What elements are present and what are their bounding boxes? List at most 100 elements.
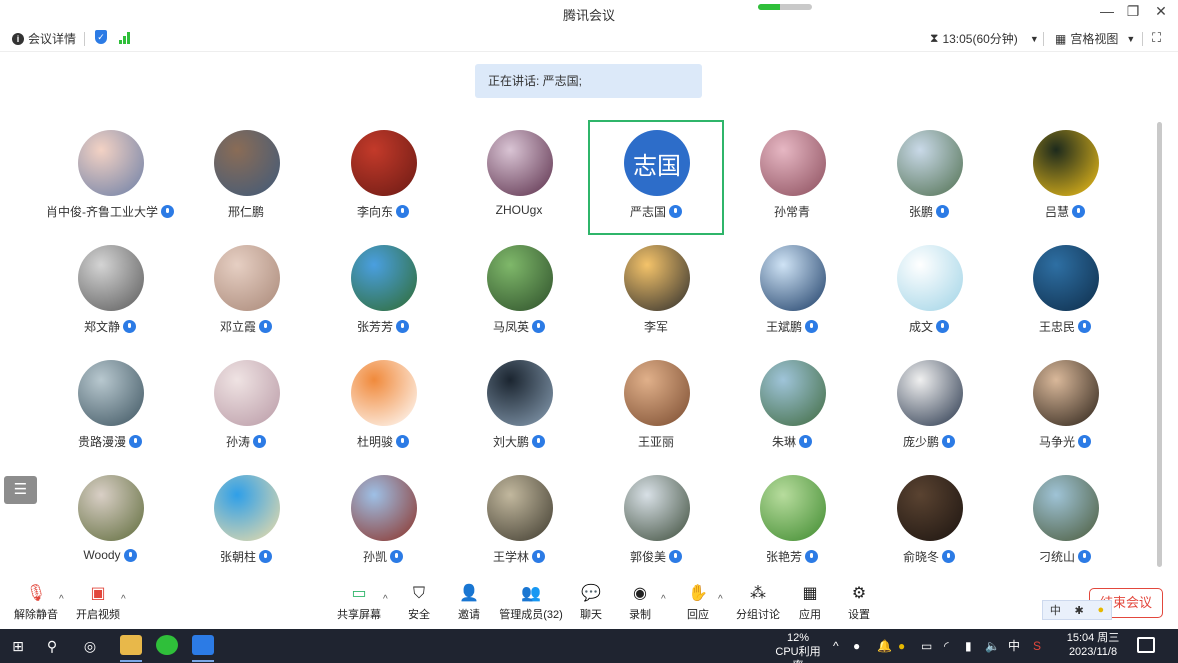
participant-tile[interactable]: 邓立霞 [178, 235, 314, 350]
participant-name-row: Woody [42, 548, 178, 562]
usb-icon[interactable]: ▮ [965, 637, 972, 655]
participant-name: 孙常青 [773, 205, 810, 219]
microphone-icon [942, 435, 955, 448]
participant-name-row: 王亚丽 [588, 433, 724, 450]
avatar [78, 130, 144, 196]
avatar [624, 360, 690, 426]
signal-button[interactable] [119, 32, 130, 44]
participant-tile[interactable]: 郭俊美 [588, 465, 724, 580]
participant-tile[interactable]: Woody [42, 465, 178, 580]
close-button[interactable]: ✕ [1150, 3, 1172, 21]
participant-name: 邓立霞 [219, 320, 256, 334]
wechat-icon[interactable] [156, 635, 178, 655]
clock[interactable]: 15:04 周三 2023/11/8 [1062, 631, 1124, 659]
volume-icon[interactable]: 🔈 [985, 637, 1000, 655]
participant-tile[interactable]: 贵路漫漫 [42, 350, 178, 465]
participant-tile[interactable]: 马凤英 [451, 235, 587, 350]
view-mode-button[interactable]: ▦ 宫格视图 ▼ [1055, 30, 1135, 47]
microphone-icon [942, 550, 955, 563]
invite-button[interactable]: 👤 邀请 [439, 584, 499, 624]
minimize-button[interactable]: — [1096, 3, 1118, 21]
cpu-usage[interactable]: 12% CPU利用率 [770, 631, 826, 663]
sogou-ime-icon[interactable]: S [1033, 637, 1041, 655]
list-icon: ☰ [13, 481, 28, 498]
participant-name: 王学林 [492, 550, 529, 564]
member-list-toggle-button[interactable]: ☰ [4, 476, 37, 504]
participant-tile[interactable]: 庞少鹏 [861, 350, 997, 465]
participant-tile[interactable]: 成文 [861, 235, 997, 350]
participant-tile[interactable]: 俞晓冬 [861, 465, 997, 580]
tray-status-icon[interactable]: ● [898, 637, 905, 655]
avatar [214, 245, 280, 311]
task-view-icon[interactable]: ◎ [80, 636, 100, 656]
participant-tile[interactable]: 张鹏 [861, 120, 997, 235]
clock-time: 15:04 周三 [1066, 632, 1120, 644]
participant-tile[interactable]: 刘大鹏 [451, 350, 587, 465]
participant-tile[interactable]: 王忠民 [997, 235, 1133, 350]
record-options-caret[interactable]: ^ [661, 594, 666, 605]
participant-tile[interactable]: 邢仁鹏 [178, 120, 314, 235]
security-status-button[interactable]: ✓ [95, 30, 107, 44]
manage-members-button[interactable]: 👥 管理成员(32) [496, 584, 566, 624]
ime-floating-bar[interactable]: 中 ✱ ● [1042, 600, 1112, 620]
participant-tile[interactable]: 孙常青 [724, 120, 860, 235]
share-options-caret[interactable]: ^ [383, 594, 388, 605]
ime-language-indicator[interactable]: 中 [1008, 637, 1020, 655]
participant-tile[interactable]: 朱琳 [724, 350, 860, 465]
microphone-icon [396, 320, 409, 333]
participant-tile[interactable]: 杜明骏 [315, 350, 451, 465]
breakout-button[interactable]: ⁂ 分组讨论 [728, 584, 788, 624]
tray-expand-icon[interactable]: ^ [833, 637, 839, 655]
wifi-icon[interactable]: ◜ [944, 637, 949, 655]
bell-icon[interactable]: 🔔 [877, 637, 892, 655]
windows-start-icon[interactable]: ⊞ [8, 636, 28, 656]
fullscreen-button[interactable]: ⛶ [1152, 30, 1161, 46]
participant-name-row: 孙涛 [178, 433, 314, 450]
cpu-label: CPU利用率 [775, 646, 821, 663]
microphone-icon [1078, 435, 1091, 448]
battery-icon[interactable]: ▭ [921, 637, 932, 655]
avatar [214, 475, 280, 541]
participant-tile[interactable]: 王学林 [451, 465, 587, 580]
participant-tile[interactable]: 志国 严志国 [588, 120, 724, 235]
timer-button[interactable]: ⧗ 13:05(60分钟) ▼ [930, 30, 1039, 47]
participant-name-row: 刘大鹏 [451, 433, 587, 450]
participant-tile[interactable]: 李军 [588, 235, 724, 350]
participant-tile[interactable]: 孙涛 [178, 350, 314, 465]
participant-tile[interactable]: 张朝柱 [178, 465, 314, 580]
participant-tile[interactable]: 孙凯 [315, 465, 451, 580]
file-explorer-icon[interactable] [120, 635, 142, 655]
participant-tile[interactable]: 王斌鹏 [724, 235, 860, 350]
audio-options-caret[interactable]: ^ [59, 594, 64, 605]
participant-tile[interactable]: 张芳芳 [315, 235, 451, 350]
video-options-caret[interactable]: ^ [121, 594, 126, 605]
participant-tile[interactable]: 王亚丽 [588, 350, 724, 465]
participant-tile[interactable]: 郑文静 [42, 235, 178, 350]
share-screen-button[interactable]: ▭ 共享屏幕 [329, 584, 389, 624]
grid-scrollbar[interactable] [1157, 122, 1162, 567]
microphone-icon [259, 320, 272, 333]
tray-app-icon[interactable]: ● [853, 637, 860, 655]
participant-tile[interactable]: 肖中俊-齐鲁工业大学 [42, 120, 178, 235]
participant-name: 孙凯 [362, 550, 387, 564]
participant-tile[interactable]: 张艳芳 [724, 465, 860, 580]
react-options-caret[interactable]: ^ [718, 594, 723, 605]
mic-muted-icon: 🎙 [25, 585, 47, 602]
search-icon[interactable]: ⚲ [42, 636, 62, 656]
participant-tile[interactable]: ZHOUgx [451, 120, 587, 235]
tencent-meeting-icon[interactable] [192, 635, 214, 655]
participant-tile[interactable]: 刁统山 [997, 465, 1133, 580]
start-video-button[interactable]: ▣ 开启视频 [68, 584, 128, 624]
avatar [214, 130, 280, 196]
participant-tile[interactable]: 马争光 [997, 350, 1133, 465]
settings-button[interactable]: ⚙ 设置 [829, 584, 889, 624]
unmute-button[interactable]: 🎙 解除静音 [6, 584, 66, 624]
participant-tile[interactable]: 李向东 [315, 120, 451, 235]
participant-name: 王亚丽 [637, 435, 674, 449]
notification-center-icon[interactable] [1137, 637, 1155, 653]
meeting-details-button[interactable]: i 会议详情 [12, 30, 76, 47]
participant-tile[interactable]: 吕慧 [997, 120, 1133, 235]
restore-button[interactable]: ❐ [1122, 3, 1144, 21]
shield-icon: ✓ [95, 30, 107, 44]
avatar [1033, 130, 1099, 196]
